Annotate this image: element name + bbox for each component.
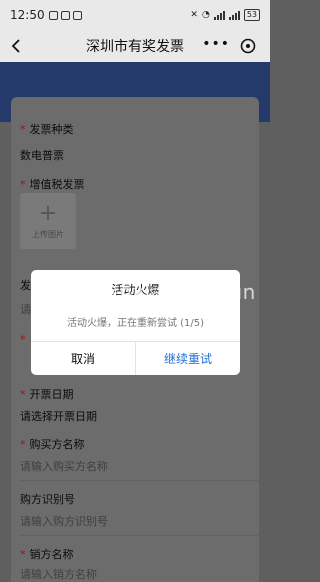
upload-image-button[interactable]: + 上传图片 [20,193,76,249]
dialog-title: 活动火爆 [111,283,160,297]
required-mark: * [20,388,26,401]
signal-icon [228,10,240,20]
dialog-message: 活动火爆，正在重新尝试 (1/5) [66,318,205,329]
buyer-id-label: 购方识别号 [20,493,75,506]
seller-name-field[interactable]: * 销方名称 请输入销方名称 [20,546,250,582]
seller-name-label: 销方名称 [29,548,74,561]
divider [20,535,260,536]
seller-name-input[interactable]: 请输入销方名称 [20,566,250,582]
status-time: 12:50 [10,8,45,22]
back-icon[interactable] [8,36,26,56]
battery-indicator: 53 [243,9,260,21]
notification-icon [60,10,70,20]
retry-button[interactable]: 继续重试 [136,341,240,375]
close-icon[interactable] [240,38,256,54]
more-options-button[interactable]: ••• [202,36,230,52]
notification-icons [48,10,82,20]
buyer-id-field[interactable]: 购方识别号 请输入购方识别号 [20,491,250,529]
vat-label: 增值税发票 [29,178,85,191]
required-mark: * [20,438,26,451]
invoice-type-field[interactable]: * 发票种类 数电普票 [20,121,250,163]
invoice-date-field[interactable]: * 开票日期 请选择开票日期 [20,386,250,424]
required-mark: * [20,123,26,136]
invoice-type-label: 发票种类 [29,123,74,136]
notification-icon [48,10,58,20]
retry-dialog: 活动火爆 活动火爆，正在重新尝试 (1/5) 取消 继续重试 [31,270,240,375]
cancel-button[interactable]: 取消 [31,341,135,375]
buyer-name-input[interactable]: 请输入购买方名称 [20,458,250,474]
signal-icon [213,10,225,20]
buyer-id-input[interactable]: 请输入购方识别号 [20,513,250,529]
required-mark: * [20,178,26,191]
location-icon [72,10,82,20]
mute-icon: ✕ [190,10,198,20]
buyer-name-field[interactable]: * 购买方名称 请输入购买方名称 [20,436,250,474]
plus-icon: + [38,200,58,226]
invoice-date-label: 开票日期 [29,388,74,401]
divider [20,480,260,481]
invoice-date-placeholder: 请选择开票日期 [20,410,97,423]
vat-invoice-field: * 增值税发票 [20,176,250,192]
invoice-type-value: 数电普票 [20,149,64,162]
wifi-icon: ◔ [201,10,210,20]
required-mark: * [20,333,26,346]
app-screen: 12:50 ✕ ◔ 53 深圳市有奖发票 ••• * 发票种类 数电普票 * 增… [0,0,270,582]
status-right: ✕ ◔ 53 [190,9,260,21]
required-mark: * [20,548,26,561]
nav-bar: 深圳市有奖发票 ••• [0,30,270,62]
buyer-name-label: 购买方名称 [29,438,85,451]
upload-text: 上传图片 [32,229,64,239]
status-bar: 12:50 ✕ ◔ 53 [0,0,270,30]
